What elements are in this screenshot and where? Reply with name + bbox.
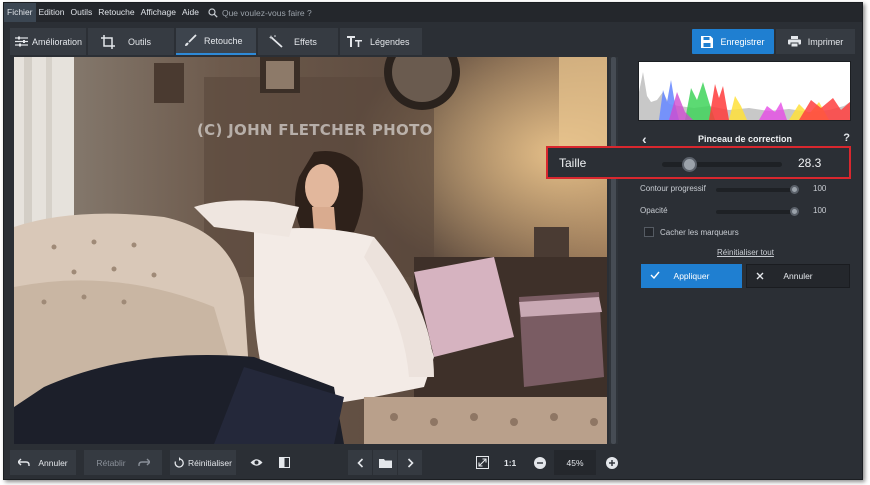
panel-title: Pinceau de correction: [697, 134, 793, 144]
menu-outils[interactable]: Outils: [68, 3, 96, 22]
folder-icon: [378, 458, 392, 468]
fit-screen-icon: [475, 456, 489, 469]
menu-aide[interactable]: Aide: [179, 3, 202, 22]
next-image-button[interactable]: [398, 450, 422, 475]
undo-button[interactable]: Annuler: [10, 450, 76, 475]
feather-slider-knob[interactable]: [790, 185, 799, 194]
tab-label: Outils: [128, 36, 152, 47]
print-button[interactable]: Imprimer: [776, 29, 855, 54]
crop-icon: [88, 34, 128, 49]
print-label: Imprimer: [807, 36, 844, 47]
search-placeholder: Que voulez-vous faire ?: [221, 7, 312, 18]
tab-label: Retouche: [204, 35, 243, 46]
toolbar: Amélioration Outils Retouche Effets Lége…: [4, 24, 862, 56]
print-icon: [787, 36, 801, 47]
tab-outils[interactable]: Outils: [88, 28, 174, 55]
reset-icon: [174, 457, 184, 468]
feather-label: Contour progressif: [640, 184, 706, 193]
tab-legendes[interactable]: Légendes: [340, 28, 422, 55]
opacity-slider-track[interactable]: [716, 210, 796, 214]
reset-label: Réinitialiser: [188, 457, 232, 468]
size-label: Taille: [559, 156, 587, 170]
menu-bar: Fichier Edition Outils Retouche Affichag…: [4, 3, 862, 22]
compare-icon: [278, 457, 290, 468]
actual-size-button[interactable]: 1:1: [504, 450, 516, 475]
bottom-toolbar: Annuler Rétablir Réinitialiser 1:1 45%: [4, 445, 624, 479]
feather-row: Contour progressif 100: [640, 184, 826, 194]
undo-label: Annuler: [38, 457, 68, 468]
brush-icon: [176, 34, 204, 47]
feather-value: 100: [813, 184, 827, 193]
menu-retouche[interactable]: Retouche: [95, 3, 137, 22]
size-slider-knob[interactable]: [682, 157, 698, 172]
apply-button[interactable]: Appliquer: [641, 264, 742, 288]
app-window: Fichier Edition Outils Retouche Affichag…: [3, 2, 863, 480]
opacity-label: Opacité: [640, 206, 668, 215]
redo-button[interactable]: Rétablir: [84, 450, 162, 475]
photo-canvas[interactable]: (C) JOHN FLETCHER PHOTO: [14, 57, 607, 444]
search-icon: [208, 7, 218, 18]
open-folder-button[interactable]: [373, 450, 397, 475]
opacity-slider-knob[interactable]: [790, 207, 799, 216]
help-button[interactable]: ?: [843, 132, 850, 144]
zoom-level-field[interactable]: 45%: [554, 450, 596, 475]
tab-label: Amélioration: [32, 36, 83, 47]
histogram: [638, 61, 851, 121]
scrollbar-thumb[interactable]: [611, 57, 616, 444]
prev-image-button[interactable]: [348, 450, 372, 475]
save-label: Enregistrer: [720, 36, 765, 47]
photo-image: [14, 57, 607, 444]
chevron-left-icon: [356, 457, 363, 468]
size-row-highlight: Taille 28.3: [546, 146, 851, 179]
redo-label: Rétablir: [96, 457, 126, 468]
opacity-value: 100: [813, 206, 827, 215]
histogram-graph: [639, 72, 850, 120]
text-icon: [340, 36, 370, 47]
reset-all-link[interactable]: Réinitialiser tout: [717, 248, 774, 257]
zoom-in-icon: [606, 456, 618, 469]
preview-button[interactable]: [244, 450, 268, 475]
chevron-right-icon: [407, 457, 414, 468]
cancel-label: Annuler: [783, 271, 813, 281]
hide-markers-label: Cacher les marqueurs: [660, 228, 739, 237]
opacity-row: Opacité 100: [640, 206, 826, 216]
apply-label: Appliquer: [673, 271, 710, 281]
tab-retouche[interactable]: Retouche: [176, 28, 256, 55]
vertical-scrollbar[interactable]: [609, 57, 618, 444]
save-button[interactable]: Enregistrer: [692, 29, 774, 54]
tab-label: Effets: [294, 36, 317, 47]
zoom-in-button[interactable]: [604, 450, 620, 475]
tab-label: Légendes: [370, 36, 410, 47]
size-value: 28.3: [798, 156, 822, 170]
close-icon: [756, 272, 764, 280]
fit-screen-button[interactable]: [472, 450, 492, 475]
save-icon: [701, 35, 714, 48]
menu-edition[interactable]: Edition: [36, 3, 68, 22]
hide-markers-checkbox[interactable]: [644, 227, 654, 237]
menu-fichier[interactable]: Fichier: [4, 3, 36, 22]
size-slider-track[interactable]: [662, 162, 782, 167]
watermark-text: (C) JOHN FLETCHER PHOTO: [197, 121, 433, 139]
sliders-icon: [10, 36, 32, 47]
cancel-button[interactable]: Annuler: [746, 264, 850, 288]
feather-slider-track[interactable]: [716, 188, 796, 192]
reset-button[interactable]: Réinitialiser: [170, 450, 236, 475]
zoom-out-button[interactable]: [532, 450, 548, 475]
check-icon: [650, 271, 660, 279]
back-icon[interactable]: ‹: [642, 131, 647, 147]
zoom-out-icon: [534, 456, 546, 469]
undo-icon: [18, 458, 31, 466]
menu-search[interactable]: Que voulez-vous faire ?: [208, 8, 312, 18]
redo-icon: [137, 458, 150, 466]
magic-wand-icon: [258, 35, 294, 48]
tab-effets[interactable]: Effets: [258, 28, 338, 55]
tab-amelioration[interactable]: Amélioration: [10, 28, 86, 55]
menu-affichage[interactable]: Affichage: [138, 3, 179, 22]
compare-button[interactable]: [272, 450, 296, 475]
eye-icon: [250, 459, 262, 466]
